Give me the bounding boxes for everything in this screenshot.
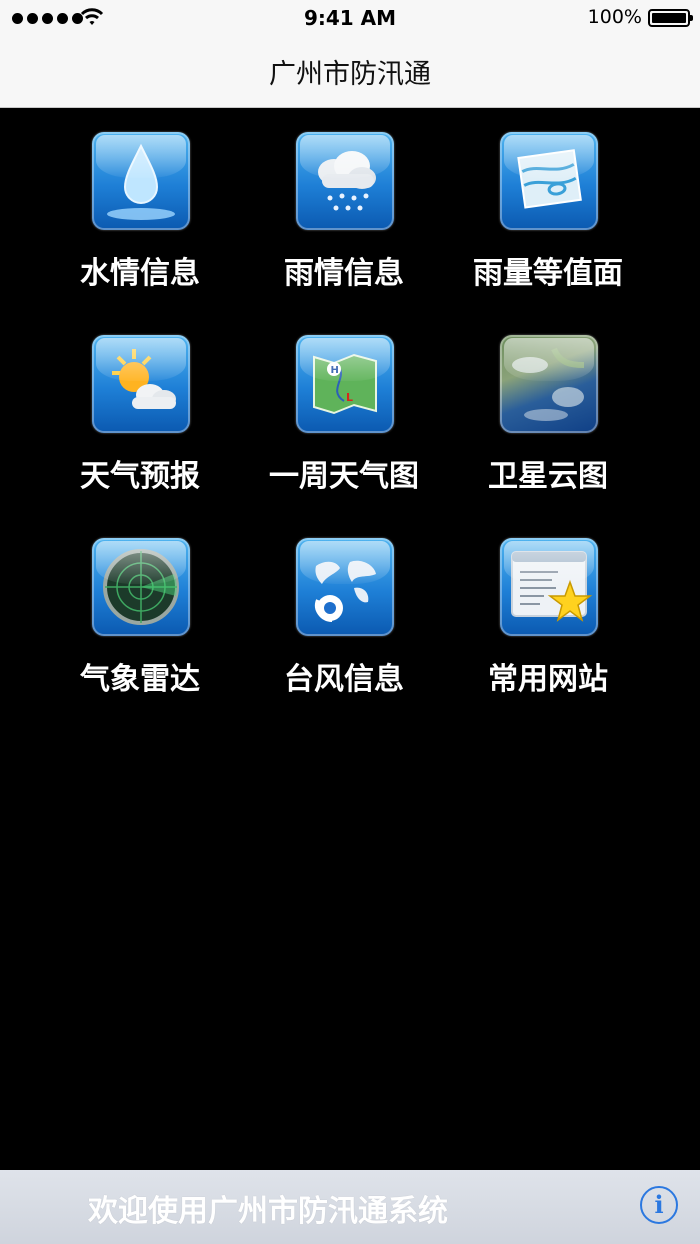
menu-item-label: 雨情信息: [284, 256, 404, 291]
menu-item-label: 气象雷达: [80, 662, 200, 697]
menu-item-weather-forecast[interactable]: 天气预报: [38, 311, 242, 501]
menu-item-label: 天气预报: [80, 459, 200, 494]
weather-map-icon: HL: [296, 335, 394, 433]
menu-item-weather-radar[interactable]: 气象雷达: [38, 514, 242, 704]
rain-cloud-icon: [296, 132, 394, 230]
menu-item-weekly-weather-map[interactable]: HL 一周天气图: [242, 311, 446, 501]
svg-text:L: L: [346, 391, 353, 404]
welcome-text: 欢迎使用广州市防汛通系统: [88, 1194, 448, 1229]
water-drop-icon: [92, 132, 190, 230]
sun-cloud-icon: [92, 335, 190, 433]
satellite-image-icon: [500, 335, 598, 433]
menu-item-rainfall-contour[interactable]: 雨量等值面: [446, 108, 650, 298]
menu-item-label: 常用网站: [488, 662, 608, 697]
menu-item-satellite-cloud[interactable]: 卫星云图: [446, 311, 650, 501]
contour-map-icon: [500, 132, 598, 230]
menu-item-common-websites[interactable]: 常用网站: [446, 514, 650, 704]
menu-item-water-info[interactable]: 水情信息: [38, 108, 242, 298]
top-bar: 9:41 AM 100% 广州市防汛通: [0, 0, 700, 108]
menu-item-typhoon-info[interactable]: 台风信息: [242, 514, 446, 704]
menu-item-label: 卫星云图: [488, 459, 608, 494]
menu-item-label: 水情信息: [80, 256, 200, 291]
svg-text:H: H: [331, 365, 339, 376]
typhoon-globe-icon: [296, 538, 394, 636]
radar-icon: [92, 538, 190, 636]
menu-item-rain-info[interactable]: 雨情信息: [242, 108, 446, 298]
menu-item-label: 雨量等值面: [473, 256, 623, 291]
bottom-bar: 欢迎使用广州市防汛通系统 i: [0, 1170, 700, 1244]
menu-item-label: 台风信息: [284, 662, 404, 697]
battery-icon: [648, 9, 693, 27]
status-bar: 9:41 AM 100%: [0, 0, 700, 38]
battery-percentage: 100%: [587, 6, 642, 28]
page-title: 广州市防汛通: [269, 59, 431, 90]
menu-item-label: 一周天气图: [269, 459, 419, 494]
info-icon[interactable]: i: [640, 1186, 678, 1224]
favorite-website-icon: [500, 538, 598, 636]
